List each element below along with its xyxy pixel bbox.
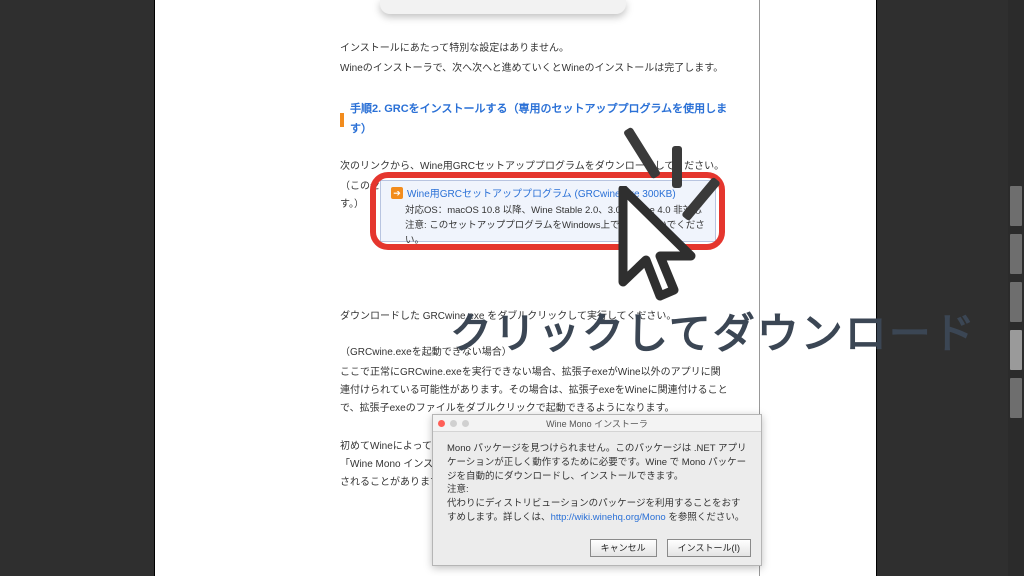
thumb-1[interactable] — [1010, 186, 1022, 226]
download-name: Wine用GRCセットアッププログラム — [407, 189, 572, 200]
download-arrow-icon: ➔ — [391, 187, 403, 199]
wine-mono-link[interactable]: http://wiki.winehq.org/Mono — [551, 512, 666, 523]
step2-heading-text: 手順2. GRCをインストールする（専用のセットアッププログラムを使用します） — [350, 100, 729, 140]
download-link[interactable]: ➔ Wine用GRCセットアッププログラム (GRCwine.exe 300KB) — [391, 187, 705, 203]
wine-mono-warn-label: 注意: — [447, 484, 469, 495]
after-download-text: ダウンロードした GRCwine.exe をダブルクリックして実行してください。 — [340, 308, 729, 326]
step2-lead: 次のリンクから、Wine用GRCセットアッププログラムをダウンロードしてください… — [340, 158, 729, 176]
thumb-2[interactable] — [1010, 234, 1022, 274]
wine-mono-body: Mono パッケージを見つけられません。このパッケージは .NET アプリケーシ… — [447, 442, 747, 483]
step2-heading: 手順2. GRCをインストールする（専用のセットアッププログラムを使用します） — [340, 100, 729, 140]
wine-mono-warn-tail: を参照ください。 — [666, 512, 745, 523]
download-file: (GRCwine.exe 300KB) — [575, 189, 676, 200]
download-caution: 注意: このセットアッププログラムをWindows上で実行しないでください。 — [391, 218, 705, 248]
download-box[interactable]: ➔ Wine用GRCセットアッププログラム (GRCwine.exe 300KB)… — [380, 180, 716, 242]
wine-mono-title: Wine Mono インストーラ — [433, 417, 761, 430]
thumb-5[interactable] — [1010, 378, 1022, 418]
cantrun-head: （GRCwine.exeを起動できない場合） — [340, 344, 729, 362]
intro-text-2: Wineのインストーラで、次へ次へと進めていくとWineのインストールは完了しま… — [340, 60, 729, 78]
wine-mono-install-button[interactable]: インストール(I) — [667, 539, 751, 557]
wine-mono-dialog: Wine Mono インストーラ Mono パッケージを見つけられません。このパ… — [432, 414, 762, 566]
download-os: 対応OS：macOS 10.8 以降、Wine Stable 2.0、3.0 ※… — [391, 203, 705, 218]
wine-mono-titlebar: Wine Mono インストーラ — [433, 415, 761, 432]
heading-accent-bar — [340, 113, 344, 127]
wine-mono-cancel-button[interactable]: キャンセル — [590, 539, 657, 557]
cantrun-body: ここで正常にGRCwine.exeを実行できない場合、拡張子exeがWine以外… — [340, 364, 729, 418]
thumbnail-strip — [1008, 0, 1024, 576]
intro-text-1: インストールにあたって特別な設定はありません。 — [340, 40, 729, 58]
page-top-shadow — [380, 0, 626, 14]
thumb-4[interactable] — [1010, 330, 1022, 370]
thumb-3[interactable] — [1010, 282, 1022, 322]
